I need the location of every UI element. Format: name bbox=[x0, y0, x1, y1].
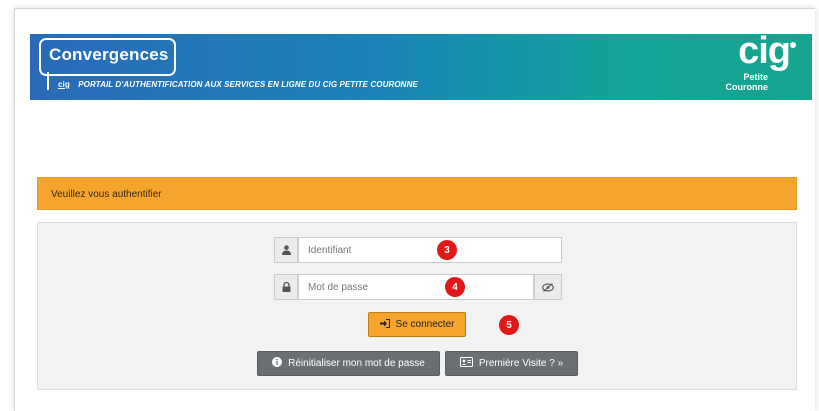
convergences-logo: Convergences bbox=[39, 38, 176, 76]
username-input[interactable] bbox=[298, 237, 562, 263]
id-card-icon bbox=[459, 357, 473, 370]
logo-title: Convergences bbox=[49, 45, 169, 64]
reset-password-button[interactable]: Réinitialiser mon mot de passe bbox=[257, 351, 440, 376]
auth-header-text: Veuillez vous authentifier bbox=[51, 189, 162, 200]
first-visit-label: Première Visite ? » bbox=[478, 358, 564, 369]
lock-icon bbox=[274, 274, 298, 300]
user-icon bbox=[274, 237, 298, 263]
reset-password-label: Réinitialiser mon mot de passe bbox=[288, 358, 425, 369]
login-button-label: Se connecter bbox=[395, 319, 455, 330]
cig-brand-line2: Couronne bbox=[725, 82, 769, 92]
eye-slash-icon[interactable] bbox=[534, 274, 562, 300]
cig-brand-line1: Petite bbox=[743, 72, 768, 82]
cig-petite-couronne-logo: cig Petite Couronne bbox=[718, 30, 796, 96]
cig-brand-word: cig bbox=[738, 30, 791, 72]
step-badge-3: 3 bbox=[437, 240, 457, 260]
portal-subtitle-text: PORTAIL D'AUTHENTIFICATION AUX SERVICES … bbox=[78, 80, 418, 89]
info-circle-icon bbox=[272, 357, 283, 370]
login-button[interactable]: Se connecter bbox=[368, 312, 466, 337]
auth-header-bar: Veuillez vous authentifier bbox=[37, 177, 797, 210]
cig-mini-logo: cig bbox=[58, 80, 70, 89]
step-badge-4: 4 bbox=[445, 277, 465, 297]
first-visit-button[interactable]: Première Visite ? » bbox=[445, 351, 578, 376]
cig-dot bbox=[790, 42, 796, 48]
sign-in-icon bbox=[379, 318, 390, 331]
header-banner: Convergences cig PORTAIL D'AUTHENTIFICAT… bbox=[30, 30, 812, 100]
logo-divider bbox=[47, 72, 49, 90]
step-badge-5: 5 bbox=[499, 315, 519, 335]
password-input[interactable] bbox=[298, 274, 534, 300]
portal-subtitle: cig PORTAIL D'AUTHENTIFICATION AUX SERVI… bbox=[58, 80, 418, 89]
